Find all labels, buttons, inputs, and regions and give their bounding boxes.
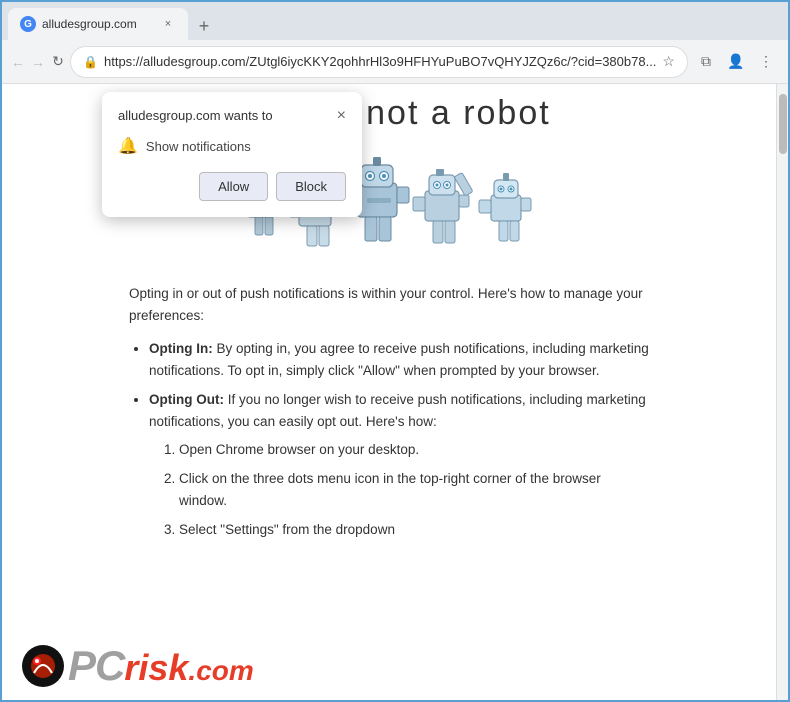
step-1: Open Chrome browser on your desktop.	[179, 439, 649, 461]
page-area: alludesgroup.com wants to × 🔔 Show notif…	[2, 84, 788, 700]
popup-permission-text: Show notifications	[146, 139, 251, 154]
popup-close-button[interactable]: ×	[337, 108, 346, 124]
new-tab-button[interactable]: +	[190, 12, 218, 40]
bookmark-icon[interactable]: ☆	[662, 53, 675, 70]
bullet-item-2: Opting Out: If you no longer wish to rec…	[149, 389, 649, 541]
text-section: Opting in or out of push notifications i…	[129, 283, 649, 541]
back-button[interactable]: ←	[10, 48, 26, 76]
forward-button[interactable]: →	[30, 48, 46, 76]
bullet-list: Opting In: By opting in, you agree to re…	[149, 338, 649, 541]
step-3: Select "Settings" from the dropdown	[179, 519, 649, 541]
tab-title: alludesgroup.com	[42, 17, 154, 31]
allow-button[interactable]: Allow	[199, 172, 268, 201]
pcrisk-icon-svg	[24, 647, 62, 685]
browser-window: G alludesgroup.com × + ← → ↻ 🔒 https://a…	[0, 0, 790, 702]
tab-close-button[interactable]: ×	[160, 16, 176, 32]
bullet1-text: By opting in, you agree to receive push …	[149, 341, 649, 378]
notification-popup: alludesgroup.com wants to × 🔔 Show notif…	[102, 92, 362, 217]
intro-paragraph: Opting in or out of push notifications i…	[129, 283, 649, 326]
pcrisk-risk-text: risk	[124, 647, 188, 689]
pcrisk-logo: PC risk .com	[22, 642, 254, 690]
toolbar-actions: ⧉ 👤 ⋮	[692, 48, 780, 76]
bullet2-text: If you no longer wish to receive push no…	[149, 392, 646, 429]
browser-tab[interactable]: G alludesgroup.com ×	[8, 8, 188, 40]
pcrisk-wordmark: PC risk .com	[68, 642, 254, 690]
block-button[interactable]: Block	[276, 172, 346, 201]
profile-button[interactable]: 👤	[722, 48, 750, 76]
popup-buttons: Allow Block	[118, 172, 346, 201]
menu-button[interactable]: ⋮	[752, 48, 780, 76]
address-bar[interactable]: 🔒 https://alludesgroup.com/ZUtgl6iycKKY2…	[70, 46, 688, 78]
bell-icon: 🔔	[118, 136, 138, 156]
pcrisk-icon	[22, 645, 64, 687]
scrollbar-thumb[interactable]	[779, 94, 787, 154]
pcrisk-pc-text: PC	[68, 642, 124, 690]
bullet-item-1: Opting In: By opting in, you agree to re…	[149, 338, 649, 381]
reload-button[interactable]: ↻	[50, 48, 66, 76]
steps-list: Open Chrome browser on your desktop. Cli…	[179, 439, 649, 541]
popup-header: alludesgroup.com wants to ×	[118, 108, 346, 124]
extensions-button[interactable]: ⧉	[692, 48, 720, 76]
popup-title: alludesgroup.com wants to	[118, 108, 273, 123]
toolbar: ← → ↻ 🔒 https://alludesgroup.com/ZUtgl6i…	[2, 40, 788, 84]
bullet2-title: Opting Out:	[149, 392, 224, 407]
url-text: https://alludesgroup.com/ZUtgl6iycKKY2qo…	[104, 54, 656, 69]
lock-icon: 🔒	[83, 55, 98, 69]
step-2: Click on the three dots menu icon in the…	[179, 468, 649, 511]
popup-permission: 🔔 Show notifications	[118, 136, 346, 156]
scrollbar[interactable]	[776, 84, 788, 700]
bullet1-title: Opting In:	[149, 341, 213, 356]
tab-favicon: G	[20, 16, 36, 32]
page-content: alludesgroup.com wants to × 🔔 Show notif…	[2, 84, 776, 700]
tab-bar: G alludesgroup.com × +	[2, 2, 788, 40]
pcrisk-com-text: .com	[188, 655, 253, 687]
